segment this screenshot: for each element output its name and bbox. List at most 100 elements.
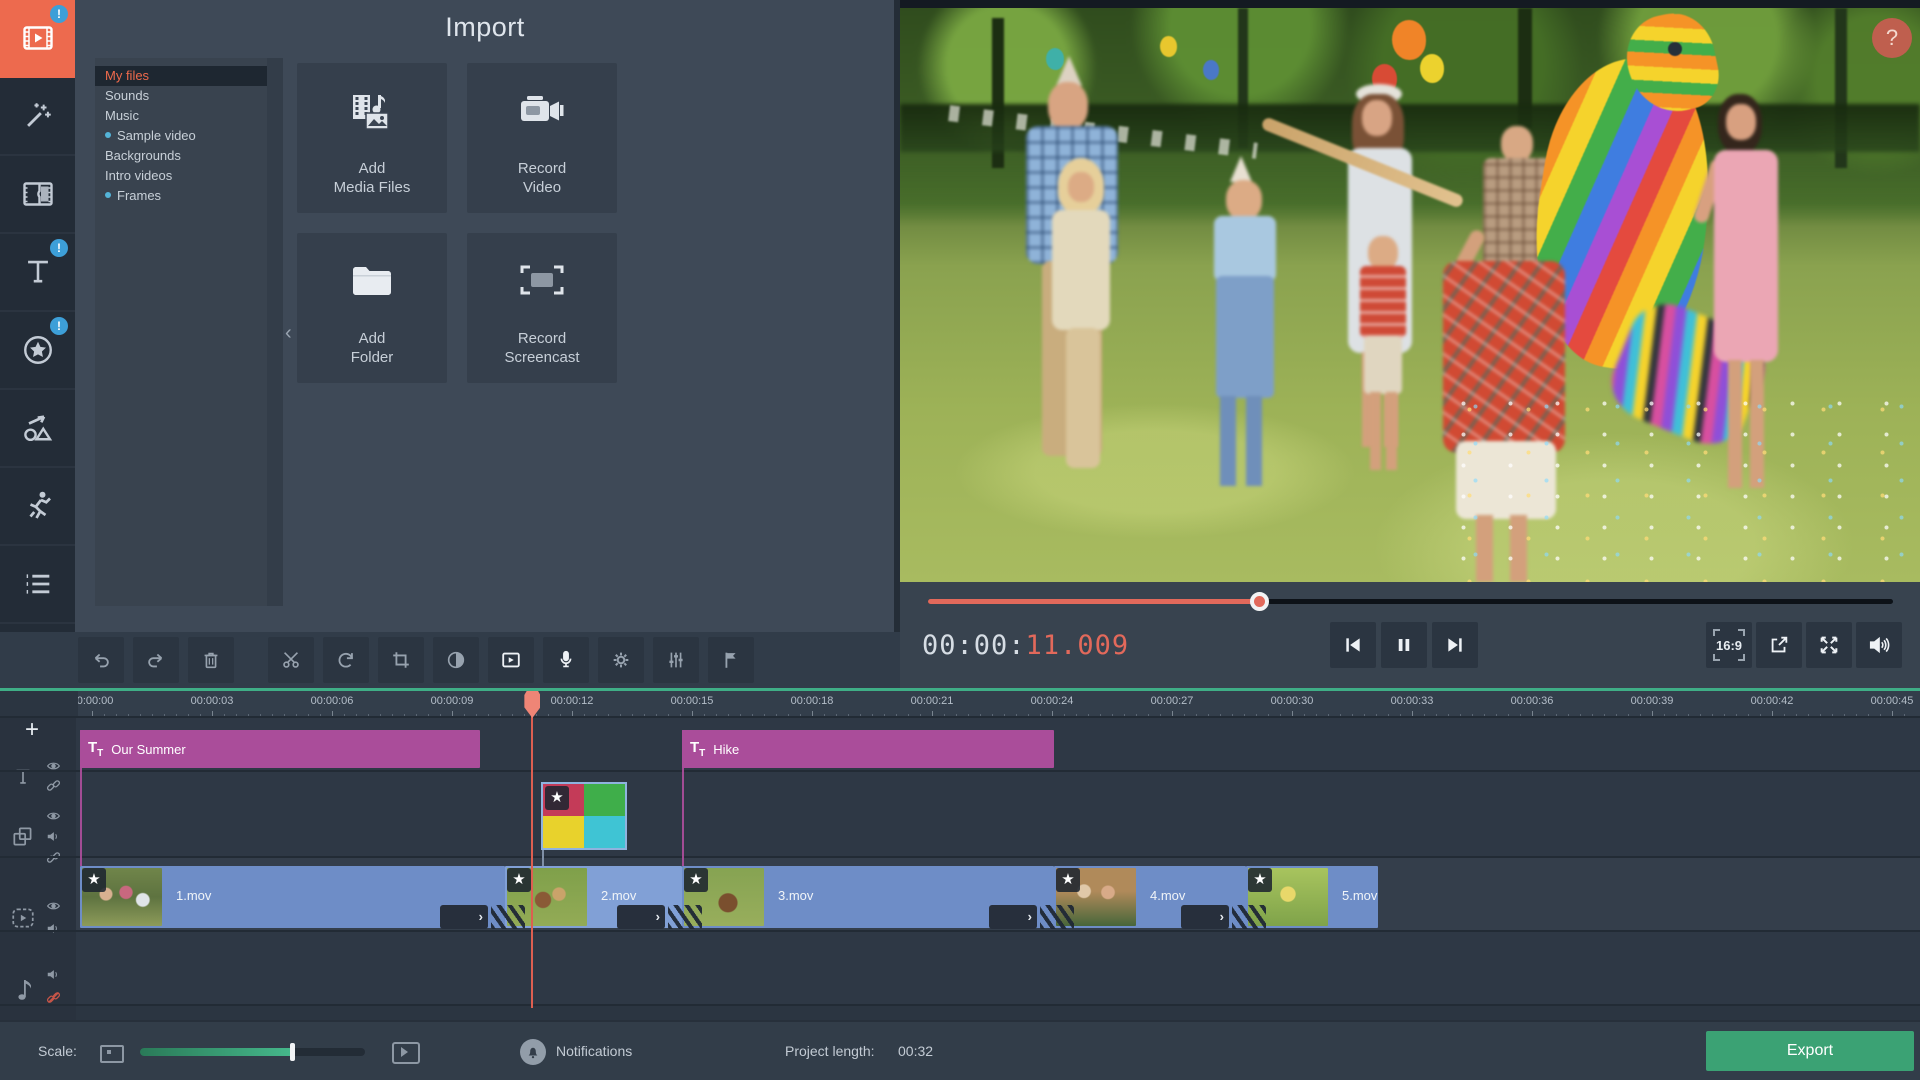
- zoom-out-frames-icon[interactable]: [100, 1045, 124, 1063]
- overlay-track-visibility-icon[interactable]: [46, 810, 61, 822]
- contrast-icon: [445, 649, 467, 671]
- help-button[interactable]: ?: [1872, 18, 1912, 58]
- undo-icon: [88, 649, 114, 671]
- library-item-my-files[interactable]: My files: [95, 66, 267, 86]
- library-item-music[interactable]: Music: [95, 106, 267, 126]
- sidebar-item-more-tools[interactable]: [0, 546, 75, 624]
- transition-wizard-button[interactable]: [488, 637, 534, 683]
- transition-badge[interactable]: ›: [1181, 905, 1229, 929]
- trash-icon: [200, 649, 222, 671]
- sidebar-item-filters[interactable]: [0, 78, 75, 156]
- undo-button[interactable]: [78, 637, 124, 683]
- library-item-sounds[interactable]: Sounds: [95, 86, 267, 106]
- sliders-icon: [665, 649, 687, 671]
- track-headers: +: [0, 718, 76, 1020]
- delete-button[interactable]: [188, 637, 234, 683]
- overlay-clip[interactable]: ★: [541, 782, 627, 850]
- transition-overlap-icon: [1040, 905, 1074, 929]
- volume-button[interactable]: [1856, 622, 1902, 668]
- record-video-button[interactable]: Record Video: [467, 63, 617, 213]
- clip-properties-button[interactable]: [598, 637, 644, 683]
- record-audio-button[interactable]: [543, 637, 589, 683]
- ruler-label: 00:00:06: [311, 695, 354, 707]
- video-track-mute-icon[interactable]: [46, 922, 60, 935]
- balloon: [1392, 20, 1426, 60]
- library-item-label: Intro videos: [105, 168, 172, 183]
- seek-handle[interactable]: [1250, 592, 1269, 611]
- video-track-visibility-icon[interactable]: [46, 900, 61, 912]
- transition-wizard-icon: [499, 649, 523, 671]
- favorite-star-icon: ★: [82, 868, 106, 892]
- ruler-label: 00:00:45: [1871, 695, 1914, 707]
- split-button[interactable]: [268, 637, 314, 683]
- export-button[interactable]: Export: [1706, 1031, 1914, 1071]
- favorite-star-icon: ★: [545, 786, 569, 810]
- add-track-button[interactable]: +: [14, 719, 50, 743]
- timecode-display: 00:00:11.009: [922, 630, 1129, 661]
- favorite-star-icon: ★: [1248, 868, 1272, 892]
- audio-track-unlink-icon[interactable]: [46, 990, 61, 1005]
- library-item-intro-videos[interactable]: Intro videos: [95, 166, 267, 186]
- sidebar-item-stickers[interactable]: !: [0, 312, 75, 390]
- transition-badge[interactable]: ›: [989, 905, 1037, 929]
- sidebar-item-animation[interactable]: [0, 468, 75, 546]
- bullet-icon: [105, 192, 111, 198]
- sidebar-item-titles[interactable]: !: [0, 234, 75, 312]
- crop-button[interactable]: [378, 637, 424, 683]
- status-bar: Scale: Notifications Project length: 00:…: [0, 1020, 1920, 1080]
- library-item-backgrounds[interactable]: Backgrounds: [95, 146, 267, 166]
- next-frame-icon: [1444, 635, 1466, 655]
- previous-frame-button[interactable]: [1330, 622, 1376, 668]
- more-tools-icon: [21, 567, 55, 601]
- title-track-link-icon[interactable]: [46, 778, 61, 793]
- add-folder-button[interactable]: Add Folder: [297, 233, 447, 383]
- overlay-track-mute-icon[interactable]: [46, 830, 60, 843]
- video-clip-label: 5.mov: [1342, 888, 1377, 903]
- sidebar-item-callouts[interactable]: [0, 390, 75, 468]
- scale-slider-handle[interactable]: [290, 1043, 295, 1061]
- title-clip[interactable]: TTOur Summer: [80, 730, 480, 768]
- timeline-scale-slider[interactable]: [140, 1048, 365, 1056]
- project-length-label: Project length:: [785, 1043, 875, 1059]
- seek-progress: [928, 599, 1259, 604]
- title-type-icon: TT: [88, 739, 103, 759]
- library-item-frames[interactable]: Frames: [95, 186, 267, 206]
- library-list: My filesSoundsMusicSample videoBackgroun…: [95, 58, 267, 606]
- sidebar-item-transitions[interactable]: [0, 156, 75, 234]
- overlay-track[interactable]: [76, 772, 1920, 858]
- notifications-label[interactable]: Notifications: [556, 1043, 632, 1059]
- library-scrollbar[interactable]: [267, 58, 283, 606]
- audio-eq-button[interactable]: [653, 637, 699, 683]
- video-clip-label: 3.mov: [778, 888, 813, 903]
- aspect-ratio-button[interactable]: 16:9: [1706, 622, 1752, 668]
- title-clip[interactable]: TTHike: [682, 730, 1054, 768]
- add-marker-button[interactable]: [708, 637, 754, 683]
- notifications-bell-icon[interactable]: [520, 1039, 546, 1065]
- timeline-toolbar: [0, 632, 900, 688]
- audio-track-mute-icon[interactable]: [46, 968, 60, 981]
- next-frame-button[interactable]: [1432, 622, 1478, 668]
- audio-track-icon: [14, 976, 38, 1002]
- sidebar-item-import[interactable]: !: [0, 0, 75, 78]
- pause-button[interactable]: [1381, 622, 1427, 668]
- add-media-files-button[interactable]: Add Media Files: [297, 63, 447, 213]
- color-adjustments-button[interactable]: [433, 637, 479, 683]
- zoom-in-frames-icon[interactable]: [392, 1042, 420, 1064]
- redo-button[interactable]: [133, 637, 179, 683]
- timeline: 00:00:0000:00:0300:00:0600:00:0900:00:12…: [0, 691, 1920, 1020]
- seek-bar[interactable]: [928, 599, 1893, 604]
- detach-player-button[interactable]: [1756, 622, 1802, 668]
- record-screencast-button[interactable]: Record Screencast: [467, 233, 617, 383]
- fullscreen-button[interactable]: [1806, 622, 1852, 668]
- transition-badge[interactable]: ›: [440, 905, 488, 929]
- transition-badge[interactable]: ›: [617, 905, 665, 929]
- flag-icon: [720, 649, 742, 671]
- rotate-button[interactable]: [323, 637, 369, 683]
- overlay-clip-connector: [542, 850, 544, 866]
- timeline-ruler[interactable]: 00:00:0000:00:0300:00:0600:00:0900:00:12…: [78, 691, 1920, 718]
- audio-track[interactable]: 45.mp3: [76, 932, 1920, 1006]
- library-item-sample-video[interactable]: Sample video: [95, 126, 267, 146]
- collapse-panel-chevron-icon[interactable]: ‹: [285, 322, 292, 345]
- video-clip-label: 2.mov: [601, 888, 636, 903]
- ruler-label: 00:00:33: [1391, 695, 1434, 707]
